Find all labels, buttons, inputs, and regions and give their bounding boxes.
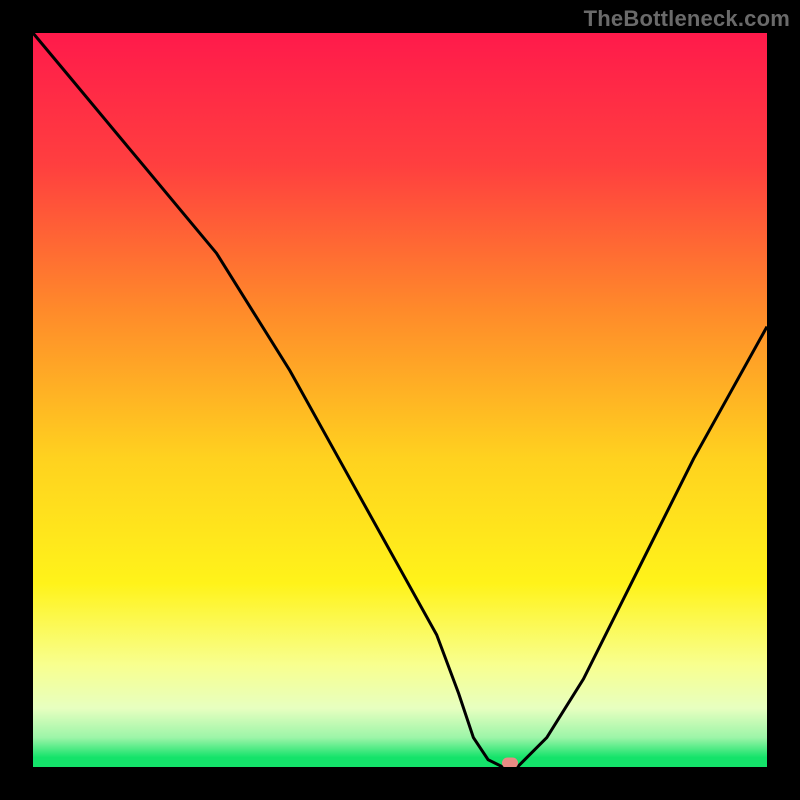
chart-stage: TheBottleneck.com — [0, 0, 800, 800]
plot-area — [33, 33, 767, 767]
heat-gradient — [33, 33, 767, 767]
optimal-marker — [502, 758, 518, 768]
watermark-text: TheBottleneck.com — [584, 6, 790, 32]
